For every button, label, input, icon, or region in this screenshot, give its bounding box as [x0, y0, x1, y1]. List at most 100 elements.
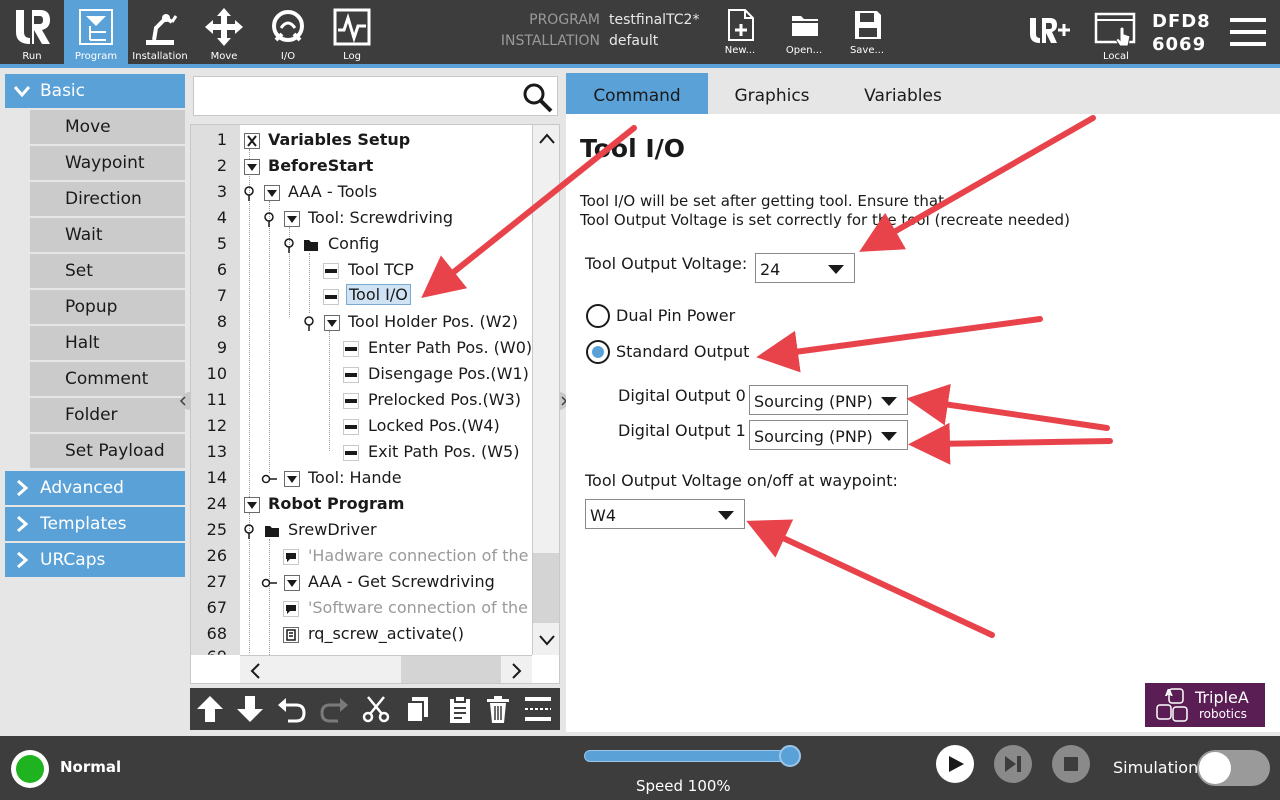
tab-command[interactable]: Command — [566, 73, 708, 114]
nav-move-button[interactable]: Move — [192, 0, 256, 64]
library-item-waypoint[interactable]: Waypoint — [30, 146, 185, 180]
library-item-direction[interactable]: Direction — [30, 182, 185, 216]
simulation-toggle[interactable] — [1197, 750, 1270, 786]
scroll-down-icon[interactable] — [537, 630, 557, 650]
suppress-icon[interactable] — [522, 693, 554, 725]
step-button[interactable] — [994, 745, 1032, 783]
tree-node-locked-pos[interactable]: Locked Pos.(W4) — [368, 416, 500, 435]
tree-node-robot-program[interactable]: Robot Program — [268, 494, 404, 513]
local-button[interactable]: Local — [1090, 0, 1142, 64]
tree-node-enter-path-pos[interactable]: Enter Path Pos. (W0) — [368, 338, 532, 357]
library-basic-header[interactable]: Basic — [5, 74, 185, 108]
library-item-popup[interactable]: Popup — [30, 290, 185, 324]
nav-installation-button[interactable]: Installation — [128, 0, 192, 64]
scroll-left-icon[interactable] — [246, 661, 266, 681]
tab-graphics[interactable]: Graphics — [716, 73, 828, 114]
digital-output-1-dropdown[interactable]: Sourcing (PNP) — [749, 420, 908, 450]
collapse-left-handle-icon[interactable] — [176, 392, 190, 410]
paste-icon[interactable] — [444, 693, 476, 725]
tree-node-prelocked-pos[interactable]: Prelocked Pos.(W3) — [368, 390, 521, 409]
tree-node-tool-io-selected[interactable]: Tool I/O — [346, 284, 411, 305]
dual-pin-power-label: Dual Pin Power — [616, 306, 736, 325]
save-button[interactable]: Save... — [837, 0, 897, 64]
waypoint-node-icon — [343, 341, 359, 357]
tree-node-exit-path-pos[interactable]: Exit Path Pos. (W5) — [368, 442, 519, 461]
tree-node-tool-tcp[interactable]: Tool TCP — [348, 260, 414, 279]
program-search-input[interactable] — [193, 76, 558, 116]
library-item-halt[interactable]: Halt — [30, 326, 185, 360]
scroll-thumb[interactable] — [533, 553, 559, 623]
library-templates-header[interactable]: Templates — [5, 507, 185, 541]
new-button[interactable]: New... — [710, 0, 770, 64]
tree-node-srewdriver[interactable]: SrewDriver — [288, 520, 377, 539]
tree-node-aaa-get-screwdriving[interactable]: AAA - Get Screwdriving — [308, 572, 495, 591]
tree-vertical-scrollbar[interactable] — [532, 125, 559, 655]
delete-icon[interactable] — [482, 693, 514, 725]
library-item-set[interactable]: Set — [30, 254, 185, 288]
tree-node-comment[interactable]: 'Software connection of the s — [308, 598, 541, 617]
nav-program-button[interactable]: Program — [64, 0, 128, 64]
tree-node-disengage-pos[interactable]: Disengage Pos.(W1) — [368, 364, 529, 383]
expand-triangle-icon[interactable] — [284, 575, 300, 591]
expand-triangle-icon[interactable] — [324, 315, 340, 331]
dual-pin-power-radio[interactable] — [586, 304, 610, 328]
move-up-icon[interactable] — [194, 693, 226, 725]
search-icon[interactable] — [520, 80, 554, 114]
redo-icon[interactable] — [318, 693, 350, 725]
expand-triangle-icon[interactable] — [284, 211, 300, 227]
expand-triangle-icon[interactable] — [264, 185, 280, 201]
tab-label: Graphics — [734, 86, 810, 106]
stop-icon — [1064, 757, 1078, 771]
voltage-dropdown[interactable]: 24 — [755, 253, 855, 283]
nav-log-button[interactable]: Log — [320, 0, 384, 64]
tree-node-comment[interactable]: 'Hadware connection of the s — [308, 546, 542, 565]
copy-icon[interactable] — [402, 693, 434, 725]
tree-node-beforestart[interactable]: BeforeStart — [268, 156, 373, 175]
line-number: 14 — [206, 468, 227, 487]
tree-node-aaa-tools[interactable]: AAA - Tools — [288, 182, 377, 201]
digital-output-0-dropdown[interactable]: Sourcing (PNP) — [749, 385, 908, 415]
library-advanced-header[interactable]: Advanced — [5, 471, 185, 505]
save-icon — [855, 11, 881, 39]
hamburger-menu-icon[interactable] — [1228, 16, 1268, 48]
scroll-right-icon[interactable] — [506, 661, 526, 681]
tree-horizontal-scrollbar[interactable] — [240, 655, 532, 683]
library-item-wait[interactable]: Wait — [30, 218, 185, 252]
undo-icon[interactable] — [276, 693, 308, 725]
tree-node-tool-screwdriving[interactable]: Tool: Screwdriving — [308, 208, 453, 227]
library-item-move[interactable]: Move — [30, 110, 185, 144]
library-item-comment[interactable]: Comment — [30, 362, 185, 396]
scroll-up-icon[interactable] — [537, 129, 557, 149]
play-button[interactable] — [936, 745, 974, 783]
open-button[interactable]: Open... — [774, 0, 834, 64]
expand-triangle-icon[interactable] — [244, 159, 260, 175]
library-urcaps-header[interactable]: URCaps — [5, 543, 185, 577]
tree-node-rq-screw-activate[interactable]: rq_screw_activate() — [308, 624, 464, 643]
command-panel: Tool I/O Tool I/O will be set after gett… — [566, 114, 1280, 732]
urplus-icon[interactable] — [1028, 16, 1072, 46]
tree-node-config[interactable]: Config — [328, 234, 379, 253]
tree-node-tool-hande[interactable]: Tool: Hande — [308, 468, 402, 487]
status-led-icon[interactable] — [11, 750, 49, 788]
library-item-folder[interactable]: Folder — [30, 398, 185, 432]
speed-slider[interactable] — [584, 750, 794, 762]
expand-triangle-icon[interactable] — [244, 497, 260, 513]
speed-slider-handle[interactable] — [779, 745, 801, 767]
nav-io-button[interactable]: I/O — [256, 0, 320, 64]
standard-output-radio[interactable] — [586, 340, 610, 364]
tree-node-variables-setup[interactable]: Variables Setup — [268, 130, 410, 149]
nav-run-button[interactable]: Run — [0, 0, 64, 64]
scroll-thumb[interactable] — [401, 656, 501, 683]
tab-variables[interactable]: Variables — [848, 73, 958, 114]
library-item-label: Folder — [65, 405, 118, 425]
library-item-set-payload[interactable]: Set Payload — [30, 434, 185, 468]
digital-output-1-label: Digital Output 1 — [618, 421, 746, 440]
expand-triangle-icon[interactable] — [284, 471, 300, 487]
move-down-icon[interactable] — [234, 693, 266, 725]
stop-button[interactable] — [1052, 745, 1090, 783]
onoff-waypoint-dropdown[interactable]: W4 — [585, 499, 745, 529]
line-number: 1 — [216, 130, 227, 149]
tree-node-tool-holder-pos[interactable]: Tool Holder Pos. (W2) — [348, 312, 518, 331]
variable-x-icon — [244, 133, 260, 149]
cut-icon[interactable] — [360, 693, 392, 725]
